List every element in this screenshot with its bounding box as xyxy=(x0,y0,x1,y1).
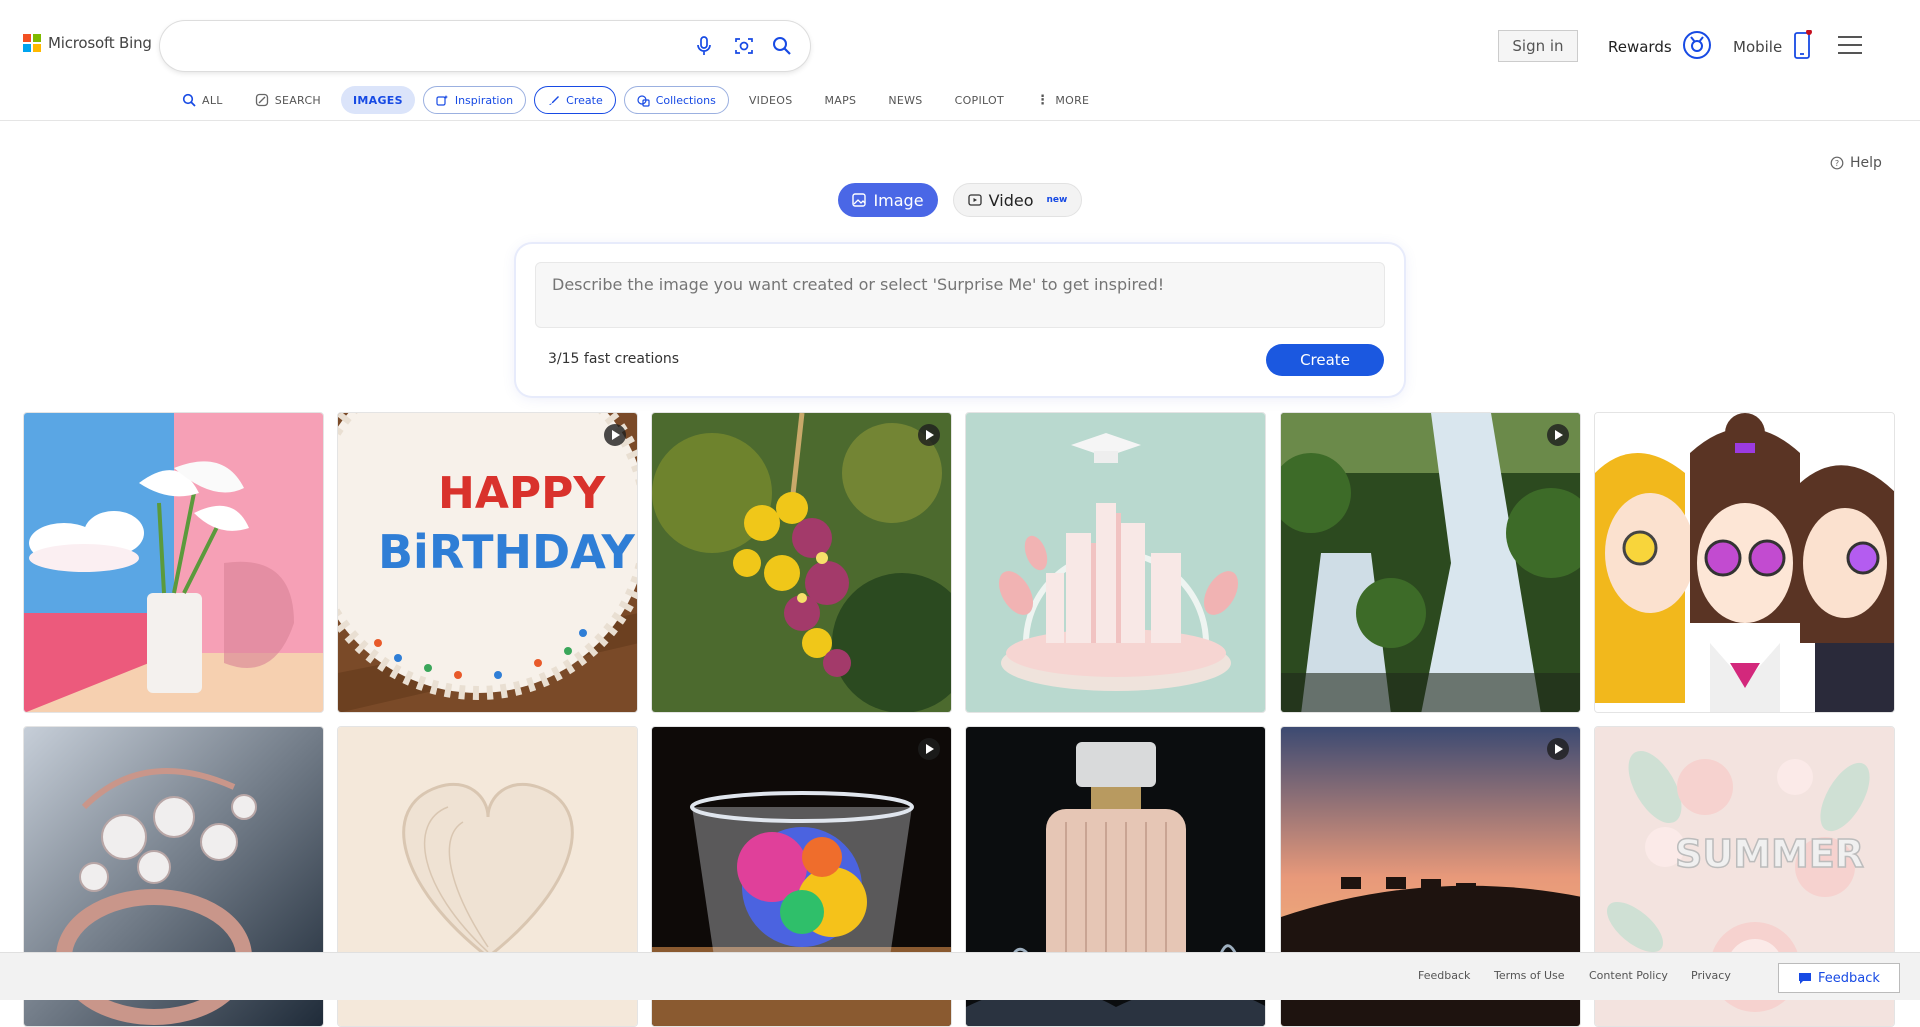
tab-collections[interactable]: Collections xyxy=(623,86,729,114)
footer-link-terms[interactable]: Terms of Use xyxy=(1494,969,1565,982)
video-play-icon xyxy=(918,738,940,760)
tab-images[interactable]: IMAGES xyxy=(341,86,415,114)
rewards-label: Rewards xyxy=(1608,38,1672,56)
tab-inspiration[interactable]: Inspiration xyxy=(422,86,527,114)
phone-icon xyxy=(1792,29,1813,64)
tab-label: NEWS xyxy=(888,93,923,107)
tab-label: MAPS xyxy=(824,93,857,107)
tab-label: Inspiration xyxy=(454,93,514,107)
feedback-button-label: Feedback xyxy=(1818,970,1880,986)
tab-more[interactable]: ⋮ MORE xyxy=(1024,86,1101,114)
footer-link-feedback[interactable]: Feedback xyxy=(1418,969,1470,982)
tab-label: COPILOT xyxy=(954,93,1005,107)
feedback-icon xyxy=(1799,973,1812,984)
tab-all[interactable]: ALL xyxy=(170,86,235,114)
rewards-button[interactable]: Rewards xyxy=(1608,30,1712,64)
birthday-cake-image: HAPPY BiRTHDAY! xyxy=(338,413,638,712)
tab-label: VIDEOS xyxy=(748,93,793,107)
video-play-icon xyxy=(1547,738,1569,760)
more-dots-icon: ⋮ xyxy=(1036,92,1050,108)
help-label: Help xyxy=(1850,155,1882,171)
flower-cluster-image xyxy=(652,413,951,712)
rewards-medal-icon xyxy=(1682,30,1712,64)
header: Microsoft Bing Sign in Rewards Mobile AL… xyxy=(0,0,1920,121)
image-icon xyxy=(852,193,867,207)
tab-search[interactable]: SEARCH xyxy=(243,86,333,114)
collections-icon xyxy=(637,94,650,107)
copilot-search-icon xyxy=(255,93,268,107)
bing-logo[interactable]: Microsoft Bing xyxy=(23,34,152,52)
waterfall-image xyxy=(1281,413,1580,712)
feedback-button[interactable]: Feedback xyxy=(1778,963,1900,993)
new-badge: new xyxy=(1046,195,1068,205)
tab-maps[interactable]: MAPS xyxy=(813,86,869,114)
video-play-icon xyxy=(604,424,626,446)
mobile-label: Mobile xyxy=(1733,38,1783,56)
anime-friends-image xyxy=(1595,413,1894,712)
svg-text:?: ? xyxy=(1835,159,1839,168)
image-mode-label: Image xyxy=(873,190,924,210)
mobile-button[interactable]: Mobile xyxy=(1733,29,1813,64)
cake-text-happy: HAPPY xyxy=(438,468,606,519)
search-icon[interactable] xyxy=(770,34,794,58)
brand-name: Microsoft Bing xyxy=(48,34,152,52)
sign-in-button[interactable]: Sign in xyxy=(1498,30,1578,62)
search-icon xyxy=(182,93,196,107)
gallery-tile[interactable] xyxy=(965,412,1266,713)
menu-icon[interactable] xyxy=(1838,36,1862,54)
gallery-tile[interactable] xyxy=(1280,412,1581,713)
tab-label: ALL xyxy=(202,93,223,107)
gallery-tile[interactable] xyxy=(1594,412,1895,713)
search-input[interactable] xyxy=(182,33,682,59)
video-play-icon xyxy=(918,424,940,446)
gallery-tile[interactable] xyxy=(23,412,324,713)
tab-news[interactable]: NEWS xyxy=(876,86,934,114)
microsoft-logo-icon xyxy=(23,34,41,52)
microphone-icon[interactable] xyxy=(692,34,716,58)
create-button[interactable]: Create xyxy=(1266,344,1384,376)
fast-creations-count: 3/15 fast creations xyxy=(548,351,680,367)
video-play-icon xyxy=(1547,424,1569,446)
create-brush-icon xyxy=(549,95,560,105)
cake-text-birthday: BiRTHDAY! xyxy=(378,525,638,579)
footer: Feedback Terms of Use Content Policy Pri… xyxy=(0,952,1920,1000)
tab-label: Collections xyxy=(655,93,716,107)
tab-label: MORE xyxy=(1055,93,1090,107)
search-box xyxy=(160,21,810,71)
visual-search-icon[interactable] xyxy=(732,34,756,58)
tab-create[interactable]: Create xyxy=(534,86,616,114)
calla-lilies-image xyxy=(24,413,323,712)
tab-label: IMAGES xyxy=(353,93,403,107)
prompt-input[interactable] xyxy=(535,262,1385,328)
video-mode-button[interactable]: Video new xyxy=(953,183,1082,217)
video-mode-label: Video xyxy=(988,190,1034,210)
tab-label: Create xyxy=(566,93,603,107)
tab-videos[interactable]: VIDEOS xyxy=(737,86,805,114)
tab-label: SEARCH xyxy=(274,93,321,107)
inspiration-icon xyxy=(436,94,448,106)
help-icon: ? xyxy=(1830,156,1844,170)
paper-city-image xyxy=(966,413,1265,712)
vertical-nav: ALL SEARCH IMAGES Inspiration Create Col… xyxy=(170,85,1109,115)
footer-link-content-policy[interactable]: Content Policy xyxy=(1589,969,1668,982)
gallery-tile[interactable]: HAPPY BiRTHDAY! xyxy=(337,412,638,713)
help-link[interactable]: ? Help xyxy=(1830,155,1882,171)
footer-link-privacy[interactable]: Privacy xyxy=(1691,969,1731,982)
tab-copilot[interactable]: COPILOT xyxy=(943,86,1016,114)
gallery-tile[interactable] xyxy=(651,412,952,713)
summer-text: SUMMER xyxy=(1675,832,1864,876)
image-mode-button[interactable]: Image xyxy=(838,183,938,217)
create-card: 3/15 fast creations Create xyxy=(516,244,1404,396)
video-icon xyxy=(968,194,982,206)
